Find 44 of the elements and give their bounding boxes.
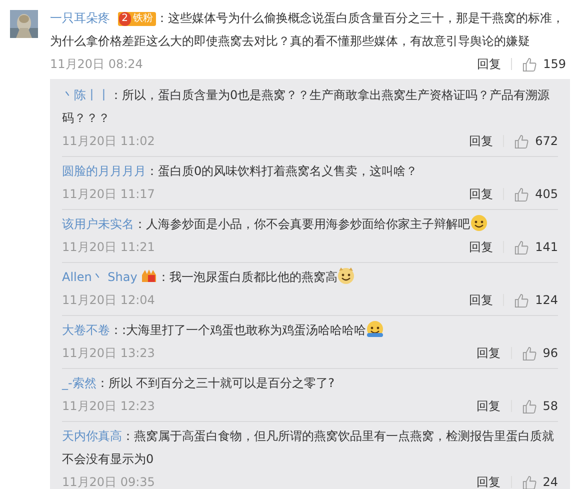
- thumbs-up-icon[interactable]: [522, 56, 538, 72]
- like-count: 672: [535, 133, 558, 150]
- like-count: 24: [542, 474, 558, 489]
- reply-text: Allen丶 Shay ：我一泡尿蛋白质都比他的燕窝高: [62, 266, 558, 289]
- smiley-icon: [366, 320, 384, 338]
- reply-text: _-索然：所以 不到百分之三十就可以是百分之零了?: [62, 375, 336, 392]
- reply-link[interactable]: 回复: [469, 289, 494, 311]
- comment-text: 一只耳朵疼 2 铁粉 ：这些媒体号为什么偷换概念说蛋白质含量百分之三十，那是干燕窝的标准，为什么拿价格差距这么大的即使燕窝去对比？真的看不懂那些媒体，有故意引导舆论的嫌疑: [50, 10, 565, 50]
- reply-link[interactable]: 回复: [469, 130, 494, 152]
- reply-link[interactable]: 回复: [476, 395, 501, 417]
- thumbs-up-icon[interactable]: [522, 346, 537, 360]
- reply-text: 丶陈丨丨：所以，蛋白质含量为0也是燕窝？？生产商敢拿出燕窝生产资格证吗？产品有溯源码？？？: [62, 87, 551, 127]
- reply-link[interactable]: 回复: [476, 471, 501, 489]
- reply-time: 11月20日 11:17: [62, 186, 155, 203]
- thumbs-up-icon[interactable]: [514, 134, 530, 148]
- reply-text: 圆脸的月月月月：蛋白质0的风味饮料打着燕窝名义售卖，这叫啥？: [62, 163, 419, 180]
- reply-link[interactable]: 回复: [476, 342, 501, 364]
- thumbs-up-icon[interactable]: [514, 186, 530, 202]
- thumbs-up-icon[interactable]: [514, 240, 530, 254]
- like-count: 124: [535, 292, 558, 309]
- smiley-icon: [470, 214, 488, 232]
- like-count: 405: [535, 186, 558, 203]
- thumbs-up-icon[interactable]: [514, 292, 530, 308]
- reply-text: 该用户未实名：人海参炒面是小品，你不会真要用海参炒面给你家主子辩解吧: [62, 213, 558, 236]
- like-count: 96: [542, 345, 558, 362]
- like-count: 159: [543, 56, 566, 73]
- reply-link[interactable]: 回复: [477, 53, 502, 75]
- reply-time: 11月20日 13:23: [62, 345, 155, 362]
- reply-link[interactable]: 回复: [469, 183, 494, 205]
- reply-time: 11月20日 11:02: [62, 133, 155, 150]
- like-count: 58: [542, 398, 558, 415]
- fan-badge: 2 铁粉: [118, 12, 156, 26]
- dog-face-icon: [337, 267, 356, 285]
- reply-time: 11月20日 09:35: [62, 474, 155, 489]
- reply-time: 11月20日 12:04: [62, 292, 155, 309]
- reply-time: 11月20日 12:23: [62, 398, 155, 415]
- like-count: 141: [535, 239, 558, 256]
- reply-time: 11月20日 11:21: [62, 239, 155, 256]
- thumbs-up-icon[interactable]: [522, 398, 537, 414]
- reply-text: 大卷不卷：:大海里打了一个鸡蛋也敢称为鸡蛋汤哈哈哈哈: [62, 319, 558, 342]
- reply-text: 天内你真高：燕窝属于高蛋白食物，但凡所谓的燕窝饮品里有一点燕窝，检测报告里蛋白质就不会没有显示为0: [62, 428, 555, 468]
- thumbs-up-icon[interactable]: [522, 474, 537, 489]
- reply-link[interactable]: 回复: [469, 236, 494, 258]
- comment-time: 11月20日 08:24: [50, 56, 143, 73]
